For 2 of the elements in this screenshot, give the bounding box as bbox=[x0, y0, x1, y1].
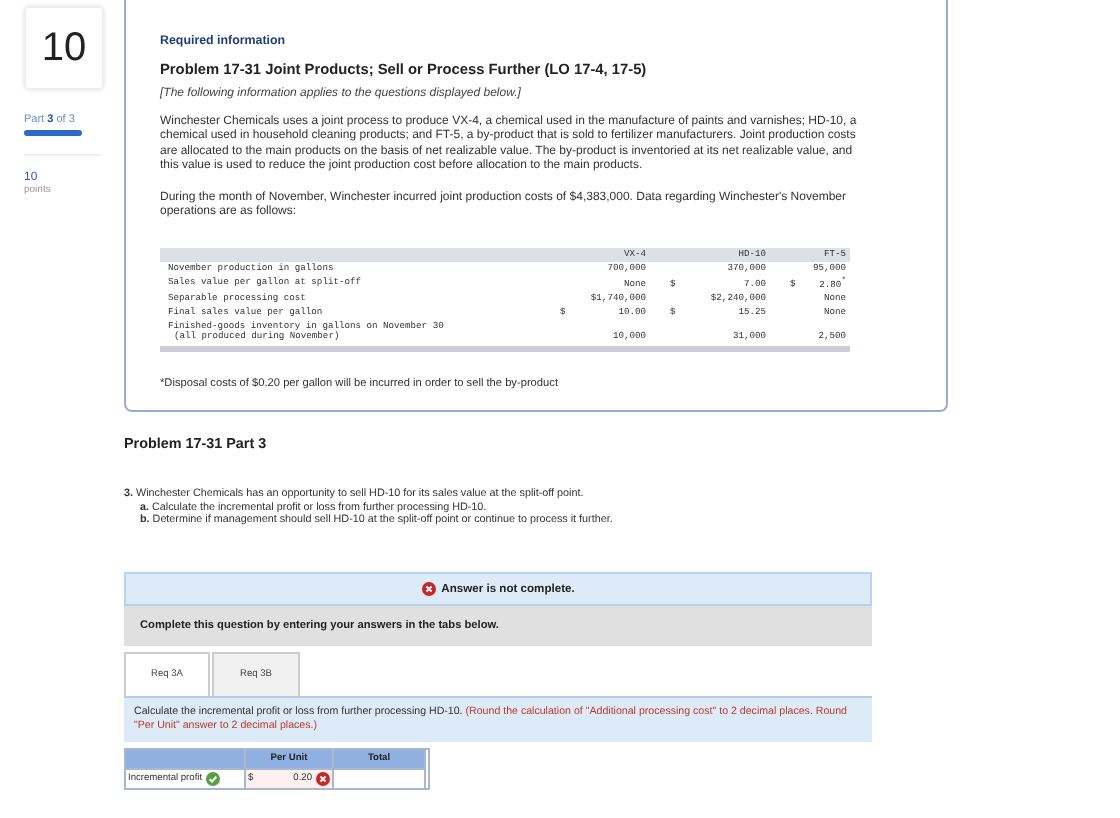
total-input[interactable] bbox=[334, 767, 426, 788]
question-number: 10 bbox=[24, 6, 104, 90]
